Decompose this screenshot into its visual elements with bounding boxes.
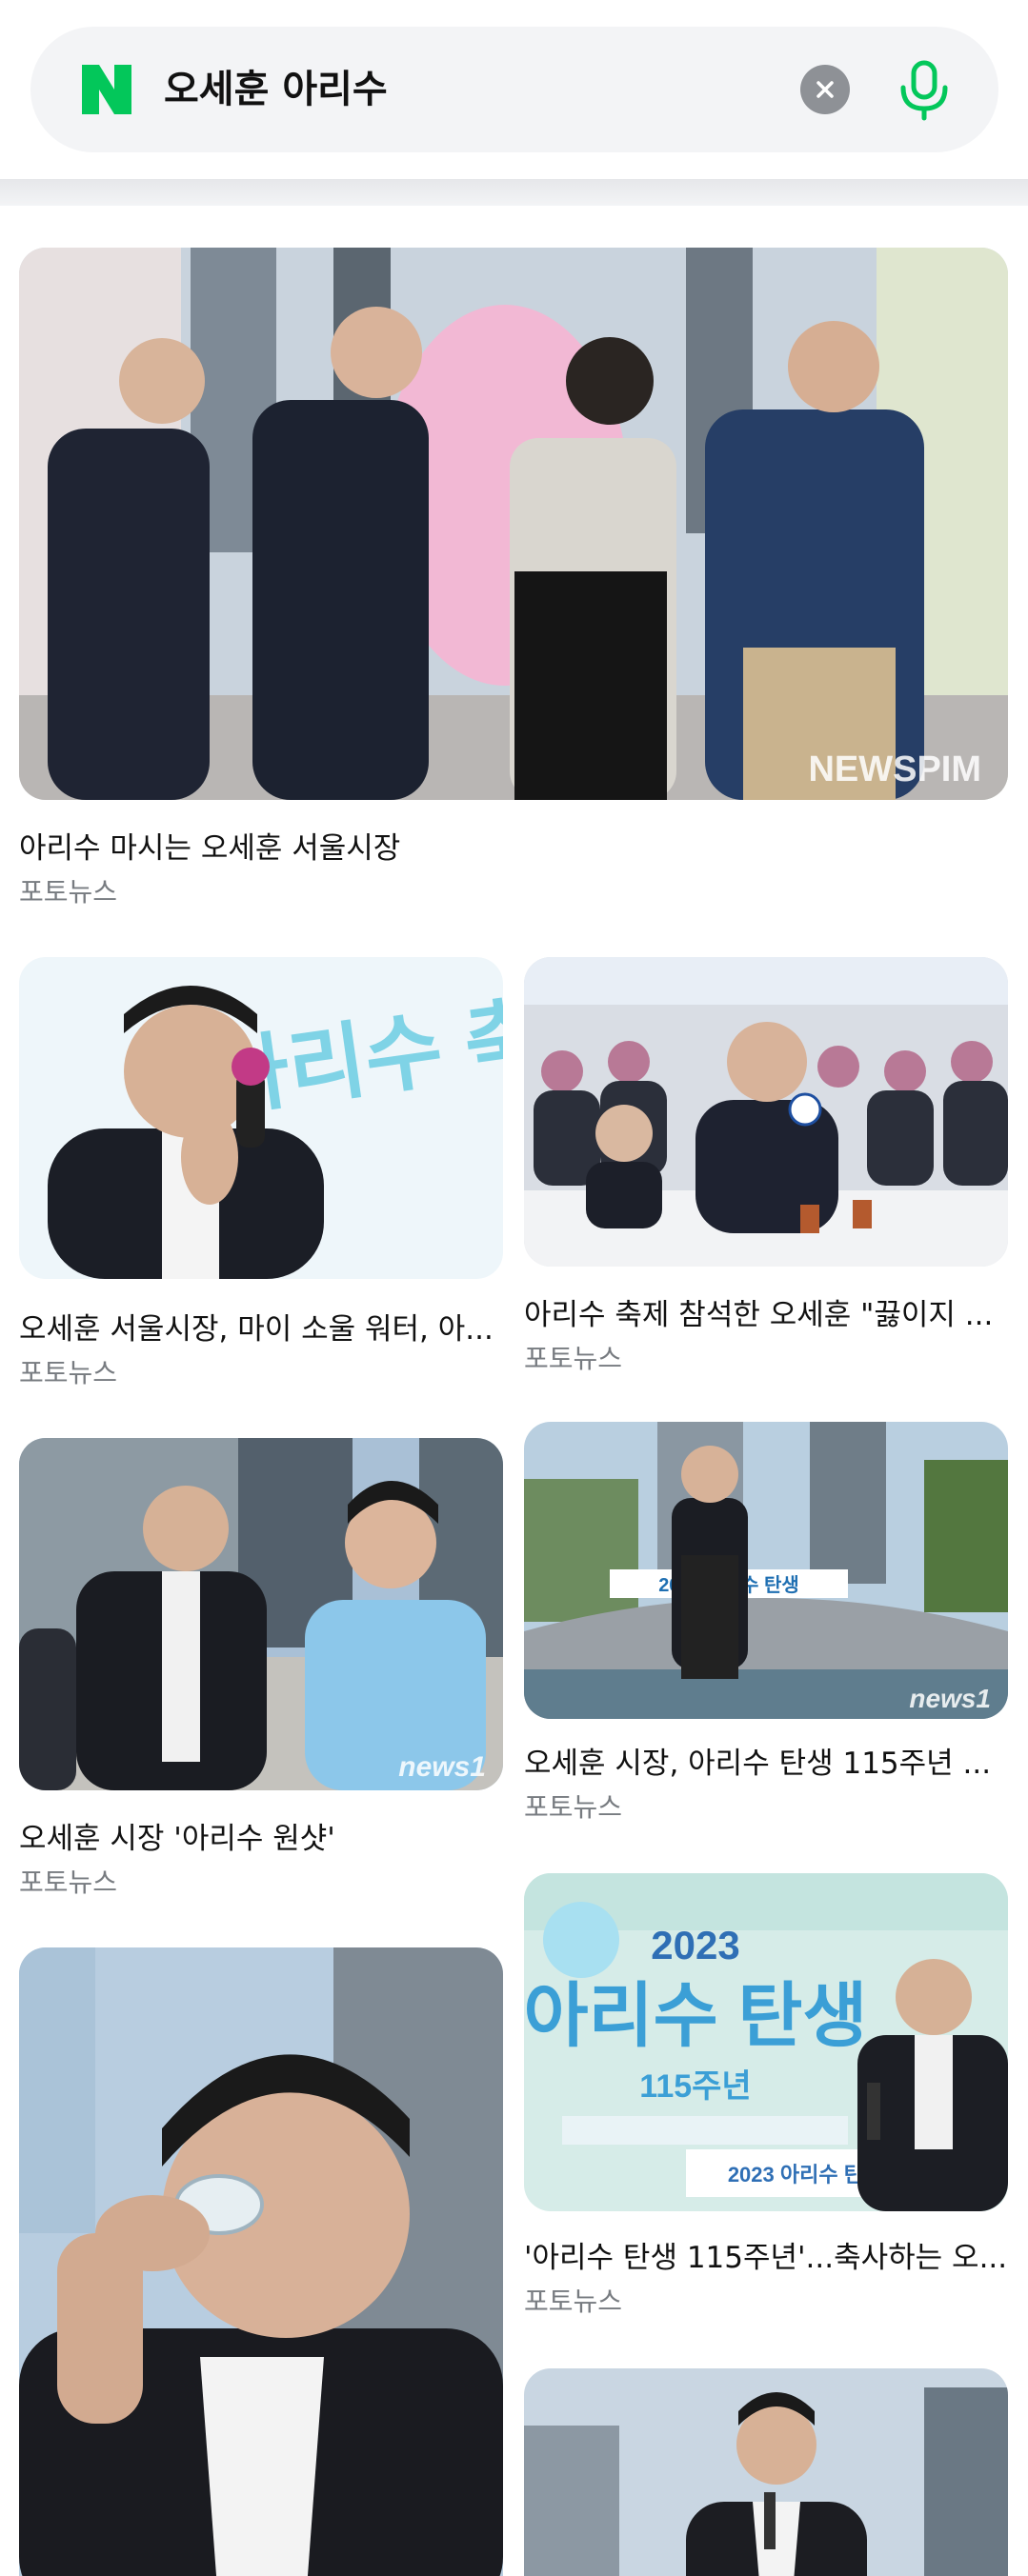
search-query[interactable]: 오세훈 아리수: [164, 27, 388, 152]
image-result-card[interactable]: [19, 1947, 503, 2576]
result-title[interactable]: 아리수 축제 참석한 오세훈 "끓이지 ...: [524, 1290, 1008, 1333]
image-result-card[interactable]: news1 오세훈 시장 '아리수 원샷' 포토뉴스: [19, 1438, 503, 1905]
watermark: news1: [398, 1751, 486, 1783]
image-result-card[interactable]: 아리수 축제 참석한 오세훈 "끓이지 ... 포토뉴스: [524, 957, 1008, 1381]
result-thumbnail[interactable]: NEWSPIM: [19, 248, 1008, 800]
poster-year: 2023: [651, 1923, 739, 1967]
image-result-card[interactable]: 아리수 축제 오세훈 서울시장, 마이 소울 워터, 아... 포토뉴스: [19, 957, 503, 1395]
microphone-icon[interactable]: [894, 57, 955, 122]
result-title[interactable]: 오세훈 시장, 아리수 탄생 115주년 ...: [524, 1739, 1008, 1782]
clear-button[interactable]: [800, 65, 850, 114]
image-result-card[interactable]: 2023 아리수 탄생 115주년 2023 아리수 탄생 '아리수 탄생 11…: [524, 1873, 1008, 2330]
poster-main: 아리수 탄생: [524, 1976, 867, 2055]
image-result-card[interactable]: 2023 아리수 탄생 news1 오세훈 시장, 아리수 탄생 115주년 .…: [524, 1422, 1008, 1831]
clear-icon: [816, 81, 834, 98]
result-source: 포토뉴스: [524, 1791, 623, 1823]
result-title[interactable]: 아리수 마시는 오세훈 서울시장: [19, 824, 1008, 867]
result-source: 포토뉴스: [19, 1867, 118, 1898]
watermark: NEWSPIM: [808, 749, 981, 789]
naver-logo-icon[interactable]: [80, 63, 133, 116]
result-thumbnail[interactable]: [524, 957, 1008, 1267]
poster-sub: 115주년: [639, 2068, 751, 2105]
result-thumbnail[interactable]: news1: [19, 1438, 503, 1790]
result-source: 포토뉴스: [524, 1343, 623, 1374]
result-title[interactable]: 오세훈 서울시장, 마이 소울 워터, 아...: [19, 1305, 503, 1348]
result-source: 포토뉴스: [19, 876, 118, 908]
result-thumbnail[interactable]: 2023 아리수 탄생 news1: [524, 1422, 1008, 1719]
search-header: 오세훈 아리수: [0, 0, 1028, 181]
search-bar[interactable]: 오세훈 아리수: [30, 27, 998, 152]
result-source: 포토뉴스: [524, 2286, 623, 2317]
result-title[interactable]: '아리수 탄생 115주년'...축사하는 오...: [524, 2233, 1008, 2276]
result-thumbnail[interactable]: [524, 2368, 1008, 2576]
image-result-card[interactable]: [524, 2368, 1008, 2576]
result-title[interactable]: 오세훈 시장 '아리수 원샷': [19, 1814, 503, 1857]
watermark: news1: [909, 1684, 991, 1713]
result-thumbnail[interactable]: 아리수 축제: [19, 957, 503, 1279]
result-thumbnail[interactable]: [19, 1947, 503, 2576]
result-thumbnail[interactable]: 2023 아리수 탄생 115주년 2023 아리수 탄생: [524, 1873, 1008, 2211]
image-result-card[interactable]: NEWSPIM 아리수 마시는 오세훈 서울시장 포토뉴스: [19, 248, 1008, 914]
result-source: 포토뉴스: [19, 1357, 118, 1388]
header-divider: [0, 179, 1028, 206]
